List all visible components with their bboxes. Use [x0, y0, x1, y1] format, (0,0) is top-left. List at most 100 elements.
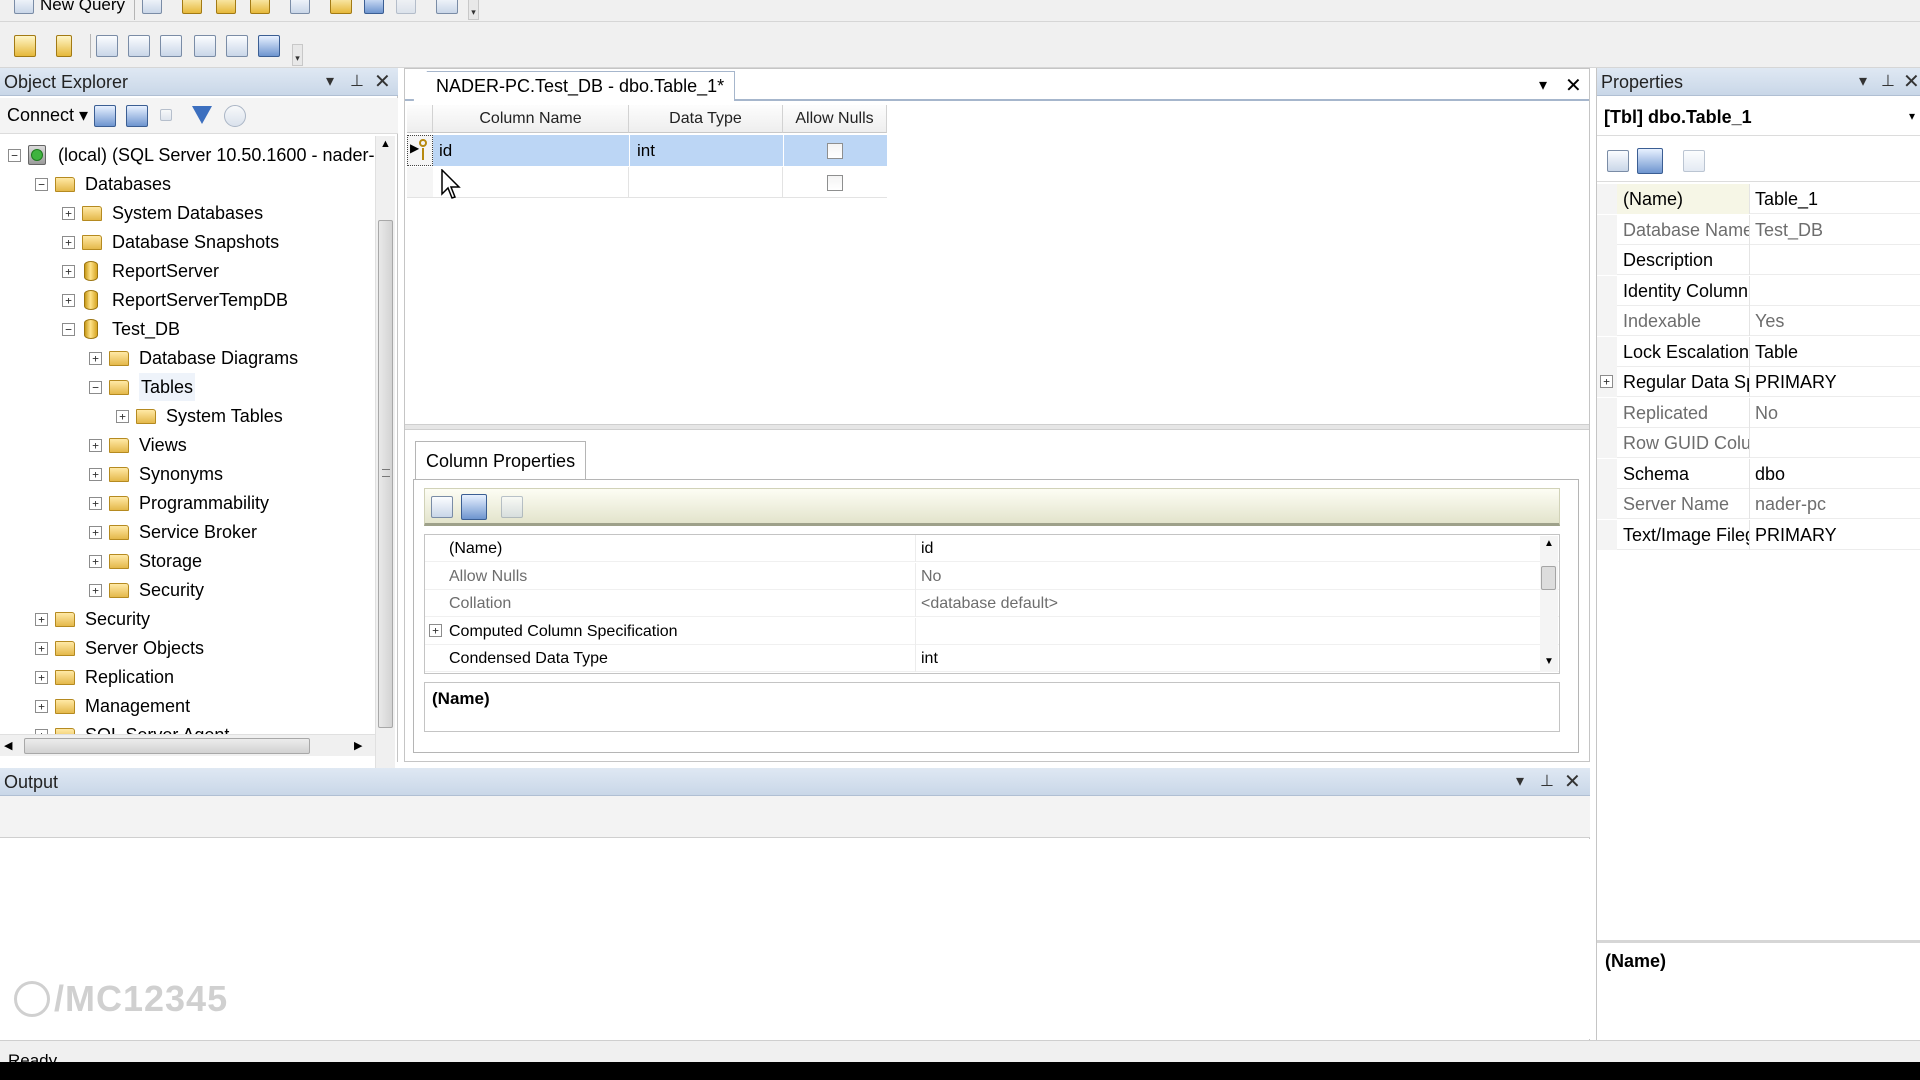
refresh-icon[interactable]	[224, 105, 246, 127]
tree-node[interactable]: + Security	[0, 576, 375, 604]
expand-icon[interactable]: +	[89, 526, 102, 539]
property-row[interactable]: Condensed Data Type int	[425, 645, 1559, 672]
activity-monitor-icon[interactable]	[436, 0, 458, 14]
expand-icon[interactable]: +	[35, 700, 48, 713]
row-selector[interactable]	[407, 167, 433, 198]
tree-node[interactable]: + Service Broker	[0, 518, 375, 546]
categorized-icon[interactable]	[1607, 150, 1629, 172]
save-icon[interactable]	[364, 0, 384, 14]
allow-nulls-checkbox[interactable]	[827, 175, 843, 191]
cell-data-type[interactable]: int	[637, 135, 785, 166]
stop-icon[interactable]	[160, 109, 172, 121]
tree-node[interactable]: + ReportServerTempDB	[0, 286, 375, 314]
database-engine-query-icon[interactable]	[182, 0, 202, 14]
chevron-down-icon[interactable]: ▾	[1909, 109, 1915, 123]
connect-object-explorer-icon[interactable]	[94, 105, 116, 127]
expand-icon[interactable]: +	[89, 439, 102, 452]
new-project-icon[interactable]	[290, 0, 310, 14]
collapse-icon[interactable]: −	[35, 178, 48, 191]
tree-node[interactable]: + Server Objects	[0, 634, 375, 662]
property-pages-icon[interactable]	[1683, 150, 1705, 172]
scroll-left-arrow-icon[interactable]: ◀	[4, 739, 12, 752]
tree-node[interactable]: + Management	[0, 692, 375, 720]
scroll-up-arrow-icon[interactable]: ▲	[1544, 538, 1554, 549]
tree-node[interactable]: + ReportServer	[0, 257, 375, 285]
property-row[interactable]: Lock Escalation Table	[1597, 336, 1920, 367]
panel-dropdown-icon[interactable]: ▾	[1859, 68, 1867, 96]
spatial-indexes-icon[interactable]	[258, 35, 280, 57]
open-folder-icon[interactable]	[330, 0, 352, 14]
scroll-right-arrow-icon[interactable]: ▶	[354, 739, 362, 752]
tree-node[interactable]: + Storage	[0, 547, 375, 575]
tree-node[interactable]: − Test_DB	[0, 315, 375, 343]
expand-icon[interactable]: +	[35, 671, 48, 684]
property-value[interactable]	[1750, 428, 1755, 458]
toolbar-overflow-dropdown[interactable]: ▾	[292, 44, 303, 66]
property-row[interactable]: Identity Column	[1597, 275, 1920, 306]
tree-node[interactable]: + Synonyms	[0, 460, 375, 488]
collapse-icon[interactable]: −	[8, 149, 21, 162]
column-header-data-type[interactable]: Data Type	[629, 105, 783, 133]
property-row[interactable]: Replicated No	[1597, 397, 1920, 428]
manage-indexes-icon[interactable]	[128, 35, 150, 57]
property-value[interactable]: <database default>	[921, 590, 1058, 617]
pin-icon[interactable]: ⊥	[1540, 768, 1554, 796]
expand-icon[interactable]: +	[89, 584, 102, 597]
manage-xml-indexes-icon[interactable]	[194, 35, 216, 57]
tree-node[interactable]: + Replication	[0, 663, 375, 691]
property-pages-icon[interactable]	[501, 496, 523, 518]
property-value[interactable]: Table_1	[1750, 184, 1818, 214]
expand-icon[interactable]: +	[35, 642, 48, 655]
tree-node[interactable]: + Views	[0, 431, 375, 459]
property-value[interactable]: Test_DB	[1750, 215, 1823, 245]
expand-icon[interactable]: +	[89, 497, 102, 510]
cell-column-name[interactable]: id	[439, 135, 629, 166]
tree-horizontal-scrollbar[interactable]: ◀ ▶	[0, 734, 375, 756]
tree-node[interactable]: + System Databases	[0, 199, 375, 227]
property-row[interactable]: Text/Image Filegr PRIMARY	[1597, 519, 1920, 550]
expand-icon[interactable]: +	[62, 294, 75, 307]
property-row[interactable]: Description	[1597, 245, 1920, 275]
cell-data-type[interactable]	[629, 167, 783, 198]
column-header-allow-nulls[interactable]: Allow Nulls	[783, 105, 887, 133]
close-icon[interactable]: ✕	[1564, 768, 1581, 796]
property-value[interactable]: PRIMARY	[1750, 367, 1837, 397]
xmla-query-icon[interactable]	[250, 0, 270, 14]
set-primary-key-icon[interactable]	[56, 35, 72, 57]
h-scroll-thumb[interactable]	[24, 738, 310, 754]
scroll-down-arrow-icon[interactable]: ▼	[1544, 656, 1554, 667]
manage-fulltext-icon[interactable]	[160, 35, 182, 57]
relationships-icon[interactable]	[96, 35, 118, 57]
cp-vertical-scrollbar[interactable]: ▲ ▼	[1540, 536, 1558, 672]
document-tab[interactable]: NADER-PC.Test_DB - dbo.Table_1*	[413, 71, 736, 101]
property-row[interactable]: + Computed Column Specification	[425, 617, 1559, 645]
new-file-icon[interactable]	[142, 0, 162, 14]
tree-vertical-scrollbar[interactable]: ▲ ▼	[375, 136, 395, 794]
close-icon[interactable]: ✕	[1903, 68, 1920, 96]
property-row[interactable]: + Regular Data SpacPRIMARY	[1597, 367, 1920, 397]
collapse-icon[interactable]: −	[62, 323, 75, 336]
property-row[interactable]: Schema dbo	[1597, 458, 1920, 489]
tree-node[interactable]: +SQL Server Agent	[0, 721, 375, 734]
column-properties-tab[interactable]: Column Properties	[415, 441, 587, 479]
disconnect-icon[interactable]	[126, 105, 148, 127]
print-icon[interactable]	[396, 0, 416, 14]
property-value[interactable]: Yes	[1750, 306, 1784, 336]
row-selector-selected[interactable]: ▶	[407, 135, 433, 166]
property-value[interactable]	[1750, 245, 1755, 275]
expand-icon[interactable]: +	[62, 236, 75, 249]
cell-column-name[interactable]	[439, 167, 629, 198]
expand-icon[interactable]: +	[89, 352, 102, 365]
close-document-icon[interactable]: ✕	[1565, 73, 1582, 98]
toolbar-overflow-dropdown[interactable]: ▾	[468, 0, 479, 20]
property-row[interactable]: Row GUID Colum	[1597, 428, 1920, 458]
property-value[interactable]: dbo	[1750, 459, 1785, 489]
property-value[interactable]: No	[1750, 398, 1778, 428]
expand-icon[interactable]: +	[116, 410, 129, 423]
connect-dropdown[interactable]: Connect ▾	[7, 105, 88, 126]
categorized-icon[interactable]	[431, 496, 453, 518]
property-row[interactable]: Database Name Test_DB	[1597, 214, 1920, 245]
property-row[interactable]: Allow Nulls No	[425, 562, 1559, 590]
alphabetical-sort-icon[interactable]	[1637, 148, 1663, 174]
property-value[interactable]: PRIMARY	[1750, 520, 1837, 550]
